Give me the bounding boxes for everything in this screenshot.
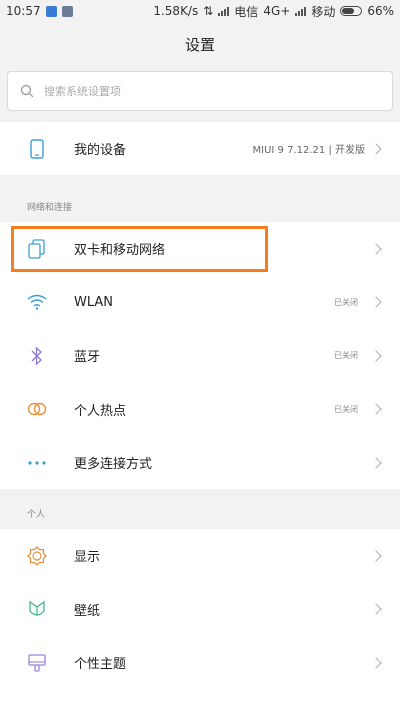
network-item-label: 个人热点	[74, 403, 127, 419]
network-item-hotspot[interactable]: 个人热点 已关闭	[0, 383, 400, 437]
chevron-right-icon	[370, 457, 382, 469]
network-item-dual-sim[interactable]: 双卡和移动网络	[0, 222, 400, 276]
battery-icon	[340, 6, 363, 16]
data-arrows-icon: ⇅	[203, 4, 214, 18]
signal-icon-1	[218, 6, 230, 16]
status-time: 10:57	[6, 4, 41, 18]
chevron-right-icon	[370, 243, 382, 255]
my-device-label: 我的设备	[74, 143, 127, 159]
network-card: 双卡和移动网络 WLAN 已关闭 蓝牙 已关闭 个人热点 已关闭 更多连接方式	[0, 222, 400, 489]
network-item-status: 已关闭	[334, 404, 358, 414]
chevron-right-icon	[370, 403, 382, 415]
carrier-1: 电信	[234, 4, 259, 19]
dual-sim-icon	[27, 239, 47, 259]
section-title-network: 网络和连接	[27, 203, 73, 213]
personal-item-label: 显示	[74, 550, 101, 566]
personal-item-label: 个性主题	[74, 657, 127, 673]
battery-percent: 66%	[367, 4, 394, 18]
chevron-right-icon	[370, 550, 382, 562]
network-item-wlan[interactable]: WLAN 已关闭	[0, 276, 400, 330]
personal-card: 显示 壁纸 个性主题	[0, 529, 400, 710]
bluetooth-icon	[27, 346, 47, 366]
search-placeholder: 搜索系统设置项	[44, 85, 121, 98]
search-input[interactable]: 搜索系统设置项	[7, 71, 393, 111]
signal-icon-2	[295, 6, 307, 16]
device-card: 我的设备 MIUI 9 7.12.21 | 开发版	[0, 122, 400, 175]
network-item-more[interactable]: 更多连接方式	[0, 436, 400, 490]
chevron-right-icon	[370, 603, 382, 615]
status-bar: 10:57 1.58K/s ⇅ 电信 4G+ 移动 66%	[0, 0, 400, 22]
phone-icon	[27, 139, 47, 159]
notification-app-icon-2	[61, 5, 73, 17]
section-title-personal: 个人	[27, 510, 46, 520]
personal-item-wallpaper[interactable]: 壁纸	[0, 583, 400, 637]
notification-app-icon	[45, 5, 57, 17]
hotspot-icon	[27, 399, 47, 419]
chevron-right-icon	[370, 143, 382, 155]
chevron-right-icon	[370, 296, 382, 308]
network-item-label: WLAN	[74, 294, 114, 310]
my-device-row[interactable]: 我的设备 MIUI 9 7.12.21 | 开发版	[0, 122, 400, 176]
wallpaper-icon	[27, 599, 47, 619]
network-item-label: 蓝牙	[74, 350, 101, 366]
chevron-right-icon	[370, 657, 382, 669]
display-icon	[27, 545, 47, 566]
network-item-bluetooth[interactable]: 蓝牙 已关闭	[0, 329, 400, 383]
search-icon	[20, 84, 34, 98]
personal-item-label: 壁纸	[74, 603, 101, 619]
network-type: 4G+	[263, 4, 291, 18]
network-item-status: 已关闭	[334, 351, 358, 361]
carrier-2: 移动	[311, 4, 336, 19]
network-item-status: 已关闭	[334, 297, 358, 307]
personal-item-theme[interactable]: 个性主题	[0, 636, 400, 690]
my-device-version: MIUI 9 7.12.21 | 开发版	[252, 145, 365, 157]
personal-item-display[interactable]: 显示	[0, 529, 400, 583]
wifi-icon	[27, 292, 47, 312]
chevron-right-icon	[370, 350, 382, 362]
network-item-label: 更多连接方式	[74, 457, 153, 473]
network-speed: 1.58K/s	[153, 4, 199, 18]
network-item-label: 双卡和移动网络	[74, 243, 166, 259]
more-dots-icon	[27, 453, 47, 473]
page-title: 设置	[184, 36, 215, 54]
theme-icon	[27, 653, 47, 673]
